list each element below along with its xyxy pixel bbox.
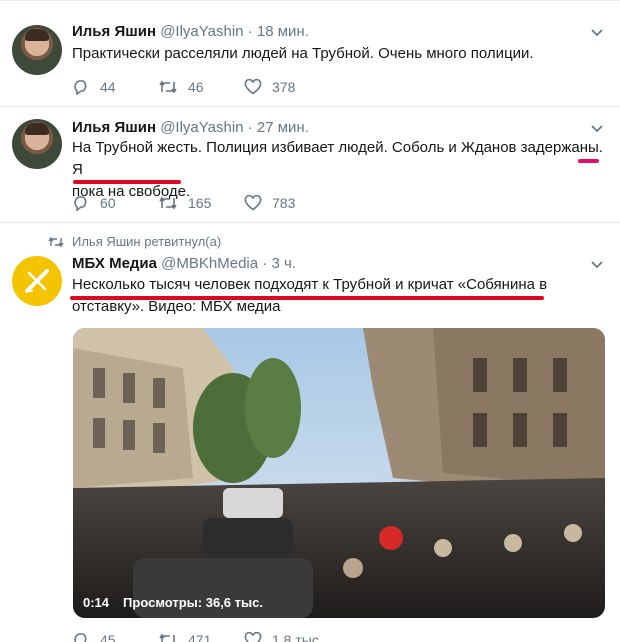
retweet-icon [159, 80, 177, 94]
like-icon [244, 632, 262, 642]
video-info: 0:14 Просмотры: 36,6 тыс. [83, 595, 277, 610]
like-icon [244, 195, 262, 211]
tweet-text-line-1: Несколько тысяч человек подходят к Трубн… [72, 276, 548, 293]
timestamp[interactable]: 27 мин. [257, 119, 309, 136]
chevron-down-icon[interactable] [590, 26, 604, 40]
video-player[interactable]: 0:14 Просмотры: 36,6 тыс. [73, 328, 605, 618]
separator-dot: · [247, 23, 253, 40]
reply-icon [74, 196, 87, 211]
retweet-count: 165 [188, 195, 212, 211]
tweet-actions: 45 471 1,8 тыс. [72, 632, 330, 642]
reply-button[interactable]: 44 [72, 79, 158, 95]
like-button[interactable]: 1,8 тыс. [244, 632, 330, 642]
chevron-down-icon[interactable] [590, 122, 604, 136]
highlight-underline [70, 296, 544, 300]
retweet-button[interactable]: 165 [158, 195, 244, 211]
retweet-icon [159, 633, 176, 642]
reply-button[interactable]: 60 [72, 195, 158, 211]
tweet-actions: 60 165 783 [72, 195, 330, 211]
author-handle[interactable]: @IlyaYashin [160, 23, 243, 40]
like-button[interactable]: 378 [244, 79, 330, 95]
tweet-text: На Трубной жесть. Полиция избивает людей… [72, 137, 607, 203]
author-handle[interactable]: @IlyaYashin [160, 119, 243, 136]
author-handle[interactable]: @MBKhMedia [161, 255, 258, 272]
chevron-down-icon[interactable] [590, 258, 604, 272]
author-name[interactable]: МБХ Медиа [72, 255, 157, 272]
retweet-count: 46 [188, 79, 204, 95]
like-button[interactable]: 783 [244, 195, 330, 211]
author-name[interactable]: Илья Яшин [72, 23, 156, 40]
mbh-logo-icon [25, 269, 49, 293]
tweet-text: Практически расселяли людей на Трубной. … [72, 45, 534, 62]
retweet-button[interactable]: 46 [158, 79, 244, 95]
tweet-header: Илья Яшин @IlyaYashin · 27 мин. [72, 119, 309, 136]
reply-count: 45 [100, 632, 116, 642]
reply-count: 60 [100, 195, 116, 211]
retweet-count: 471 [188, 632, 212, 642]
avatar[interactable] [12, 256, 62, 306]
like-count: 783 [272, 195, 296, 211]
retweet-button[interactable]: 471 [158, 632, 244, 642]
reply-icon [74, 80, 87, 95]
highlight-underline [73, 180, 181, 184]
avatar[interactable] [12, 25, 62, 75]
author-name[interactable]: Илья Яшин [72, 119, 156, 136]
like-icon [244, 79, 262, 95]
tweet-2[interactable]: Илья Яшин @IlyaYashin · 27 мин. На Трубн… [0, 107, 620, 223]
tweet-header: МБХ Медиа @MBKhMedia · 3 ч. [72, 255, 296, 272]
tweet-1[interactable]: Илья Яшин @IlyaYashin · 18 мин. Практиче… [0, 13, 620, 107]
like-count: 1,8 тыс. [272, 632, 323, 642]
tweet-header: Илья Яшин @IlyaYashin · 18 мин. [72, 23, 309, 40]
like-count: 378 [272, 79, 296, 95]
video-duration: 0:14 [83, 595, 110, 610]
timestamp[interactable]: 3 ч. [271, 255, 296, 272]
tweet-actions: 44 46 378 [72, 79, 330, 95]
avatar[interactable] [12, 119, 62, 169]
reply-button[interactable]: 45 [72, 632, 158, 642]
highlight-underline [578, 159, 599, 163]
video-views: Просмотры: 36,6 тыс. [123, 595, 263, 610]
top-divider [0, 0, 620, 1]
separator-dot: · [262, 255, 268, 272]
reply-icon [74, 633, 87, 642]
retweet-icon [159, 196, 177, 210]
tweet-3[interactable]: МБХ Медиа @MBKhMedia · 3 ч. Несколько ты… [0, 223, 620, 642]
tweet-text-line-1: На Трубной жесть. Полиция избивает людей… [72, 139, 603, 178]
video-frame [73, 328, 605, 618]
timestamp[interactable]: 18 мин. [257, 23, 309, 40]
reply-count: 44 [100, 79, 116, 95]
separator-dot: · [247, 119, 253, 136]
